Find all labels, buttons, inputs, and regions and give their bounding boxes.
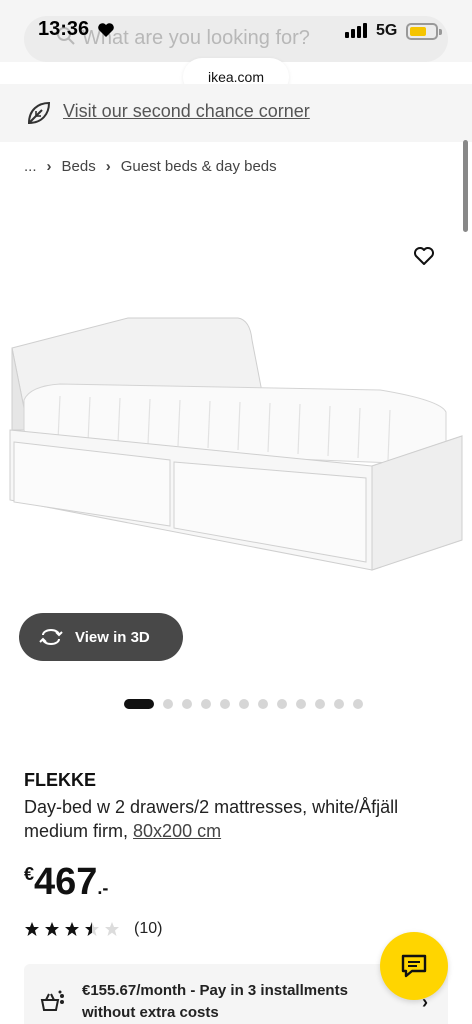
carousel-dot[interactable] [353, 699, 363, 709]
star-icon [85, 922, 99, 936]
carousel-dot[interactable] [220, 699, 230, 709]
breadcrumb: ... › Beds › Guest beds & day beds [24, 158, 277, 175]
view-in-3d-label: View in 3D [75, 628, 150, 646]
chat-icon [401, 954, 427, 978]
star-icon [65, 922, 79, 936]
product-price: € 467 .- [24, 860, 108, 904]
view-in-3d-button[interactable]: View in 3D [19, 613, 183, 661]
search-placeholder: What are you looking for? [82, 27, 310, 49]
carousel-dot[interactable] [258, 699, 268, 709]
chevron-right-icon: › [105, 158, 111, 175]
status-time: 13:36 [38, 18, 90, 40]
breadcrumb-item-beds[interactable]: Beds [62, 158, 96, 175]
review-count: (10) [134, 920, 163, 937]
rotate-3d-icon [39, 629, 63, 645]
carousel-dot[interactable] [124, 699, 154, 709]
battery-icon [406, 23, 442, 40]
carousel-dot[interactable] [296, 699, 306, 709]
breadcrumb-ellipsis[interactable]: ... [24, 158, 37, 175]
chat-button[interactable] [380, 932, 448, 1000]
carousel-dot[interactable] [239, 699, 249, 709]
rating-stars [24, 921, 120, 937]
heart-icon [414, 247, 434, 265]
installment-text: €155.67/month - Pay in 3 installments wi… [82, 982, 348, 1021]
product-rating[interactable]: (10) [24, 920, 162, 938]
carousel-dot[interactable] [182, 699, 192, 709]
second-chance-link[interactable]: Visit our second chance corner [63, 101, 310, 122]
carousel-dot[interactable] [201, 699, 211, 709]
price-amount: 467 [34, 861, 98, 903]
star-icon [105, 922, 119, 936]
product-description: Day-bed w 2 drawers/2 mattresses, white/… [24, 795, 454, 843]
carousel-dot[interactable] [277, 699, 287, 709]
product-image[interactable] [0, 300, 472, 610]
signal-icon [345, 23, 367, 38]
carousel-dot[interactable] [163, 699, 173, 709]
star-icon [25, 922, 39, 936]
leaf-icon [26, 100, 52, 131]
carousel-dot[interactable] [334, 699, 344, 709]
installment-icon [40, 990, 66, 1017]
price-decimals: .- [97, 878, 109, 898]
star-icon [45, 922, 59, 936]
carousel-indicator[interactable] [124, 699, 363, 709]
favorite-button[interactable] [408, 240, 440, 272]
product-size-link[interactable]: 80x200 cm [133, 821, 221, 841]
breadcrumb-item-guest-beds[interactable]: Guest beds & day beds [121, 158, 277, 175]
product-name: FLEKKE [24, 770, 96, 790]
chevron-right-icon: › [46, 158, 52, 175]
scrollbar[interactable] [463, 140, 468, 232]
heart-icon [97, 22, 115, 43]
network-label: 5G [376, 22, 398, 39]
price-currency: € [24, 864, 35, 884]
carousel-dot[interactable] [315, 699, 325, 709]
